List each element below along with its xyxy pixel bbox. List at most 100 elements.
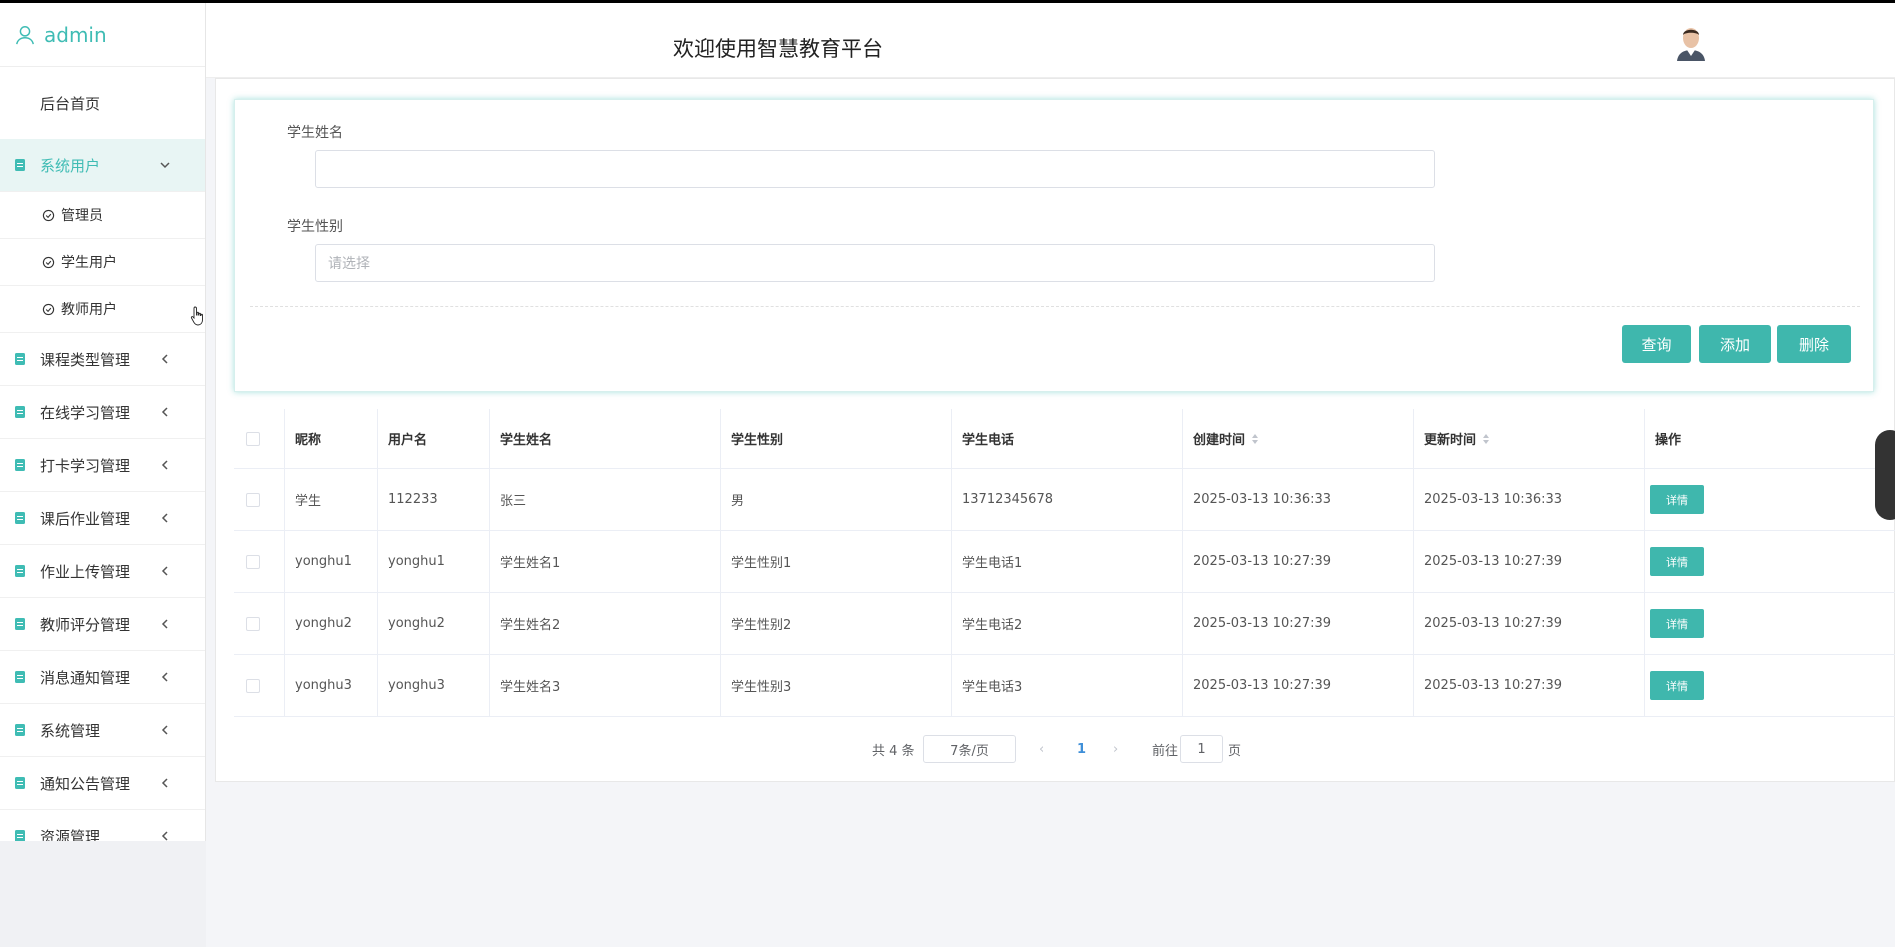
table-cell-phone: 学生电话2 [952,593,1183,654]
row-checkbox[interactable] [246,678,260,693]
column-header: 操作 [1645,409,1895,468]
document-icon [15,671,25,683]
floating-side-tab[interactable] [1875,430,1895,520]
table-cell-created: 2025-03-13 10:27:39 [1183,655,1414,716]
sidebar-group[interactable]: 在线学习管理 [0,386,205,439]
row-checkbox[interactable] [246,431,260,446]
table-cell-gender: 学生性别2 [721,593,952,654]
user-name: admin [44,22,107,47]
document-icon [15,159,25,171]
page-size-select[interactable]: 7条/页 [923,735,1016,763]
sidebar-group[interactable]: 系统管理 [0,704,205,757]
sidebar-group[interactable]: 打卡学习管理 [0,439,205,492]
table-cell-updated: 2025-03-13 10:36:33 [1414,469,1645,530]
table-cell-action: 详情 [1645,469,1895,530]
sort-icon[interactable] [1251,433,1259,445]
divider [250,306,1860,307]
avatar[interactable] [1671,21,1711,61]
table-cell-gender: 男 [721,469,952,530]
sidebar-group-label: 系统管理 [40,721,101,740]
document-icon [15,565,25,577]
sidebar-item-label: 管理员 [61,208,103,224]
goto-page-input[interactable]: 1 [1180,735,1223,763]
document-icon [15,512,25,524]
table-cell-name: 张三 [490,469,721,530]
table-cell-gender: 学生性别1 [721,531,952,592]
sidebar-group-label: 系统用户 [40,156,101,175]
goto-prefix: 前往 [1152,743,1179,759]
row-checkbox[interactable] [246,554,260,569]
next-page-button[interactable]: › [1113,735,1118,763]
detail-button[interactable]: 详情 [1650,609,1704,638]
sidebar-group[interactable]: 消息通知管理 [0,651,205,704]
document-icon [15,353,25,365]
sidebar-item-home[interactable]: 后台首页 [0,67,205,139]
prev-page-button[interactable]: ‹ [1039,735,1044,763]
document-icon [15,777,25,789]
delete-button[interactable]: 删除 [1777,325,1851,363]
sidebar-group[interactable]: 作业上传管理 [0,545,205,598]
checkbox-cell [234,531,285,592]
table-cell-nickname: 学生 [285,469,378,530]
table-cell-created: 2025-03-13 10:36:33 [1183,469,1414,530]
sidebar-group[interactable]: 教师评分管理 [0,598,205,651]
sidebar-group-label: 资源管理 [40,827,101,842]
sidebar-group[interactable]: 资源管理 [0,810,205,841]
table-cell-name: 学生姓名1 [490,531,721,592]
table-cell-username: yonghu2 [378,593,490,654]
sidebar-group[interactable]: 课后作业管理 [0,492,205,545]
table-cell-created: 2025-03-13 10:27:39 [1183,531,1414,592]
column-header: 学生姓名 [490,409,721,468]
sidebar-group[interactable]: 通知公告管理 [0,757,205,810]
document-icon [15,459,25,471]
student-name-input[interactable] [315,150,1435,188]
sidebar-group[interactable]: 课程类型管理 [0,333,205,386]
table-cell-phone: 学生电话1 [952,531,1183,592]
header: 欢迎使用智慧教育平台 [206,3,1895,78]
table-cell-name: 学生姓名2 [490,593,721,654]
table-cell-phone: 学生电话3 [952,655,1183,716]
column-header-label: 用户名 [388,433,428,448]
checkbox-cell [234,593,285,654]
page-number-current[interactable]: 1 [1077,735,1086,763]
hand-cursor-icon [190,306,203,326]
sidebar-item-student-users[interactable]: 学生用户 [0,239,205,286]
row-checkbox[interactable] [246,616,260,631]
sidebar-footer-area [0,841,206,947]
student-gender-select[interactable]: 请选择 [315,244,1435,282]
table-cell-nickname: yonghu3 [285,655,378,716]
page-title: 欢迎使用智慧教育平台 [673,37,883,61]
column-header[interactable]: 创建时间 [1183,409,1414,468]
add-button[interactable]: 添加 [1699,325,1771,363]
column-header-label: 学生姓名 [500,433,553,448]
column-header: 昵称 [285,409,378,468]
sidebar-item-label: 教师用户 [61,302,117,318]
sidebar-group-label: 教师评分管理 [40,615,131,634]
sidebar-group-label: 作业上传管理 [40,562,131,581]
table-row: yonghu2 yonghu2 学生姓名2 学生性别2 学生电话2 2025-03-13 … [234,593,1895,655]
sidebar-item-admin[interactable]: 管理员 [0,192,205,239]
chevron-down-icon [160,162,170,169]
column-header[interactable]: 更新时间 [1414,409,1645,468]
checkbox-cell [234,655,285,716]
column-header-label: 学生性别 [731,433,784,448]
detail-button[interactable]: 详情 [1650,547,1704,576]
chevron-left-icon [161,407,168,417]
query-button[interactable]: 查询 [1622,325,1691,363]
row-checkbox[interactable] [246,492,260,507]
chevron-left-icon [161,778,168,788]
document-icon [15,724,25,736]
sidebar-group-system-users[interactable]: 系统用户 [0,139,205,192]
chevron-left-icon [161,354,168,364]
chevron-left-icon [161,831,168,841]
sidebar-brand: admin [0,3,205,67]
student-name-label: 学生姓名 [287,125,343,141]
sidebar-item-teacher-users[interactable]: 教师用户 [0,286,205,333]
sort-icon[interactable] [1482,433,1490,445]
document-icon [15,830,25,841]
detail-button[interactable]: 详情 [1650,485,1704,514]
column-header-label: 操作 [1655,433,1682,448]
detail-button[interactable]: 详情 [1650,671,1704,700]
table-cell-updated: 2025-03-13 10:27:39 [1414,531,1645,592]
chevron-left-icon [161,513,168,523]
